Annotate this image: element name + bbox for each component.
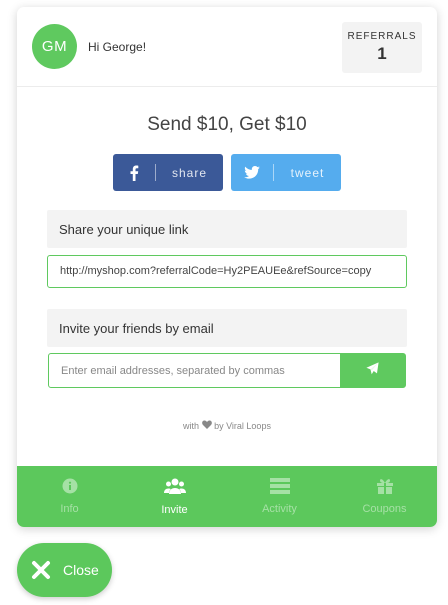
avatar: GM — [32, 24, 77, 69]
referral-link-field[interactable]: http://myshop.com?referralCode=Hy2PEAUEe… — [47, 255, 407, 288]
tab-info[interactable]: Info — [17, 466, 122, 527]
users-icon — [163, 478, 186, 504]
info-icon — [62, 478, 78, 503]
page-title: Send $10, Get $10 — [147, 114, 307, 135]
widget-header: GM Hi George! REFERRALS 1 — [17, 7, 437, 87]
link-section-label: Share your unique link — [47, 210, 407, 248]
send-button[interactable] — [340, 354, 405, 387]
tab-activity[interactable]: Activity — [227, 466, 332, 527]
tab-coupons[interactable]: Coupons — [332, 466, 437, 527]
twitter-tweet-label: tweet — [290, 165, 325, 180]
referral-widget: GM Hi George! REFERRALS 1 Send $10, Get … — [17, 7, 437, 527]
facebook-share-button[interactable]: share — [113, 154, 223, 191]
close-button[interactable]: Close — [17, 543, 112, 597]
twitter-icon — [231, 166, 273, 179]
twitter-tweet-button[interactable]: tweet — [231, 154, 341, 191]
tab-activity-label: Activity — [262, 503, 297, 515]
facebook-share-label: share — [171, 165, 208, 180]
credit-line: with by Viral Loops — [17, 420, 437, 431]
gift-icon — [376, 478, 394, 503]
email-section-label: Invite your friends by email — [47, 309, 407, 347]
email-invite-form — [48, 353, 406, 388]
close-icon — [31, 560, 51, 580]
tab-info-label: Info — [60, 503, 79, 515]
tab-invite[interactable]: Invite — [122, 466, 227, 527]
tab-invite-label: Invite — [161, 503, 188, 516]
email-input[interactable] — [49, 354, 340, 387]
greeting-text: Hi George! — [88, 40, 147, 54]
referrals-label: REFERRALS — [347, 31, 417, 42]
tab-coupons-label: Coupons — [362, 503, 407, 515]
referrals-box: REFERRALS 1 — [342, 22, 422, 73]
tab-bar: Info Invite Activity Coupons — [17, 466, 437, 527]
facebook-icon — [113, 165, 155, 181]
credit-suffix: by Viral Loops — [214, 421, 271, 431]
send-icon — [366, 361, 379, 380]
close-label: Close — [63, 562, 99, 578]
heart-icon — [201, 420, 212, 431]
list-icon — [269, 478, 290, 503]
credit-prefix: with — [183, 421, 200, 431]
referrals-count: 1 — [377, 44, 387, 63]
